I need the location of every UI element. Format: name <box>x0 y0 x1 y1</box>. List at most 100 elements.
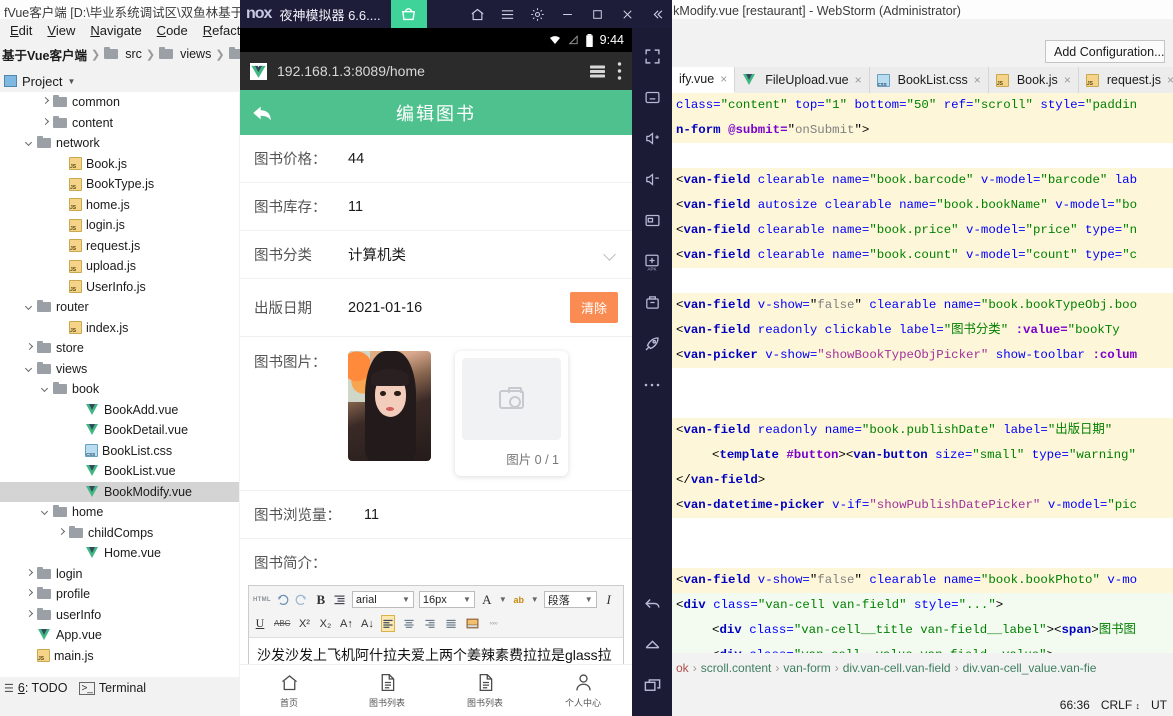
tabs-icon[interactable] <box>588 64 607 79</box>
field-book-price[interactable]: 图书价格： 44 <box>240 135 632 183</box>
indent-icon[interactable] <box>333 591 347 608</box>
chevron-down-icon[interactable] <box>24 138 35 149</box>
tree-item-content[interactable]: content <box>0 113 239 134</box>
editor-breadcrumb-item[interactable]: van-form <box>783 661 830 675</box>
code-line[interactable] <box>672 143 1173 168</box>
line-separator[interactable]: CRLF ↕ <box>1101 698 1140 712</box>
tree-item-common[interactable]: common <box>0 92 239 113</box>
editor-breadcrumb-item[interactable]: div.van-cell_value.van-fie <box>963 661 1097 675</box>
field-value[interactable]: 2021-01-16 <box>348 300 570 316</box>
add-configuration-button[interactable]: Add Configuration... <box>1045 40 1165 63</box>
tree-item-index-js[interactable]: index.js <box>0 318 239 339</box>
clear-date-button[interactable]: 清除 <box>569 292 618 323</box>
tool-window-terminal[interactable]: >_ Terminal <box>79 681 146 695</box>
fullscreen-icon[interactable] <box>632 36 672 77</box>
tree-item-login[interactable]: login <box>0 564 239 585</box>
tree-item-app-vue[interactable]: App.vue <box>0 625 239 646</box>
code-line[interactable]: <van-field readonly name="book.publishDa… <box>672 418 1173 443</box>
tree-item-booklist-vue[interactable]: BookList.vue <box>0 461 239 482</box>
field-value[interactable]: 44 <box>348 151 618 167</box>
field-value[interactable]: 11 <box>348 199 618 215</box>
gear-icon[interactable] <box>522 0 552 28</box>
code-line[interactable]: <van-field v-show="false" clearable name… <box>672 568 1173 593</box>
chevron-down-icon[interactable] <box>40 507 51 518</box>
collapse-icon[interactable] <box>642 0 672 28</box>
font-size-select[interactable]: 16px ▼ <box>418 591 475 608</box>
paragraph-style-select[interactable]: 段落 ▼ <box>543 591 597 608</box>
tab-book-list-2[interactable]: 图书列表 <box>436 665 534 716</box>
field-value[interactable]: 计算机类 <box>348 244 604 265</box>
image-icon[interactable] <box>465 615 479 632</box>
chevron-right-icon[interactable] <box>24 589 35 600</box>
close-icon[interactable]: × <box>720 72 727 86</box>
volume-up-icon[interactable] <box>632 118 672 159</box>
tree-item-home[interactable]: home <box>0 502 239 523</box>
tree-item-bookadd-vue[interactable]: BookAdd.vue <box>0 400 239 421</box>
code-line[interactable]: <van-field clearable name="book.count" v… <box>672 243 1173 268</box>
boost-icon[interactable] <box>632 323 672 364</box>
code-line[interactable]: <van-picker v-show="showBookTypeObjPicke… <box>672 343 1173 368</box>
editor-tab-booklist-css[interactable]: BookList.css × <box>870 67 989 93</box>
editor-content[interactable]: 沙发沙发上飞机阿什拉夫爱上两个姜辣素费拉拉是glass拉嘎拉嘎假乱收费拉屎冯老师… <box>249 638 623 664</box>
screenshot-icon[interactable] <box>632 200 672 241</box>
tree-item-upload-js[interactable]: upload.js <box>0 256 239 277</box>
close-icon[interactable]: × <box>974 73 981 87</box>
undo-icon[interactable] <box>276 591 290 608</box>
tree-item-bookdetail-vue[interactable]: BookDetail.vue <box>0 420 239 441</box>
tree-item-userinfo-js[interactable]: UserInfo.js <box>0 277 239 298</box>
chevron-down-icon[interactable]: ▼ <box>499 595 507 604</box>
align-center-icon[interactable] <box>402 615 416 632</box>
breadcrumb-item-src[interactable]: src <box>125 47 142 61</box>
editor-breadcrumb-item[interactable]: div.van-cell.van-field <box>843 661 951 675</box>
menu-item-edit[interactable]: Edit <box>4 22 38 39</box>
field-book-stock[interactable]: 图书库存： 11 <box>240 183 632 231</box>
bold-button[interactable]: B <box>314 591 328 608</box>
chevron-right-icon[interactable] <box>24 568 35 579</box>
tree-item-home-js[interactable]: home.js <box>0 195 239 216</box>
shop-icon[interactable] <box>390 0 427 28</box>
project-file-tree[interactable]: common content network Book.js BookType.js ho… <box>0 92 239 677</box>
tab-home[interactable]: 首页 <box>240 665 338 716</box>
file-encoding[interactable]: UT <box>1151 698 1167 712</box>
html-source-icon[interactable]: HTML <box>253 591 271 608</box>
field-publish-date[interactable]: 出版日期 2021-01-16 清除 <box>240 279 632 337</box>
close-icon[interactable]: × <box>1167 73 1173 87</box>
align-right-icon[interactable] <box>423 615 437 632</box>
menu-dots-icon[interactable] <box>617 62 622 80</box>
code-line[interactable]: <van-field readonly clickable label="图书分… <box>672 318 1173 343</box>
tree-item-bookmodify-vue[interactable]: BookModify.vue <box>0 481 239 502</box>
highlight-color-button[interactable]: ab <box>512 591 526 608</box>
code-line[interactable] <box>672 268 1173 293</box>
code-line[interactable]: n-form @submit="onSubmit"> <box>672 118 1173 143</box>
home-icon[interactable] <box>462 0 492 28</box>
code-line[interactable]: <van-field v-show="false" clearable name… <box>672 293 1173 318</box>
editor-breadcrumb-item[interactable]: scroll.content <box>701 661 772 675</box>
tree-item-login-js[interactable]: login.js <box>0 215 239 236</box>
tree-item-router[interactable]: router <box>0 297 239 318</box>
code-line[interactable]: <div class="van-cell__value van-field__v… <box>672 643 1173 653</box>
field-book-views[interactable]: 图书浏览量： 11 <box>240 491 632 539</box>
tree-item-views[interactable]: views <box>0 359 239 380</box>
tree-item-store[interactable]: store <box>0 338 239 359</box>
tree-item-home-vue[interactable]: Home.vue <box>0 543 239 564</box>
text-color-button[interactable]: A <box>480 591 494 608</box>
strikethrough-button[interactable]: ABC <box>274 615 290 632</box>
upload-placeholder[interactable] <box>462 358 561 440</box>
chevron-right-icon[interactable] <box>40 117 51 128</box>
apk-install-icon[interactable]: APK <box>632 241 672 282</box>
code-line[interactable] <box>672 368 1173 393</box>
menu-item-code[interactable]: Code <box>151 22 194 39</box>
uploaded-photo-thumbnail[interactable] <box>348 351 431 461</box>
close-icon[interactable]: × <box>1064 73 1071 87</box>
file-manager-icon[interactable] <box>632 282 672 323</box>
menu-icon[interactable] <box>492 0 522 28</box>
breadcrumb-item-views[interactable]: views <box>180 47 211 61</box>
code-line[interactable]: class="content" top="1" bottom="50" ref=… <box>672 93 1173 118</box>
redo-icon[interactable] <box>295 591 309 608</box>
italic-button[interactable]: I <box>602 591 616 608</box>
code-line[interactable] <box>672 543 1173 568</box>
breadcrumb-project[interactable]: 基于Vue客户端 <box>2 45 87 64</box>
tree-item-booklist-css[interactable]: BookList.css <box>0 441 239 462</box>
chevron-right-icon[interactable] <box>56 527 67 538</box>
volume-down-icon[interactable] <box>632 159 672 200</box>
